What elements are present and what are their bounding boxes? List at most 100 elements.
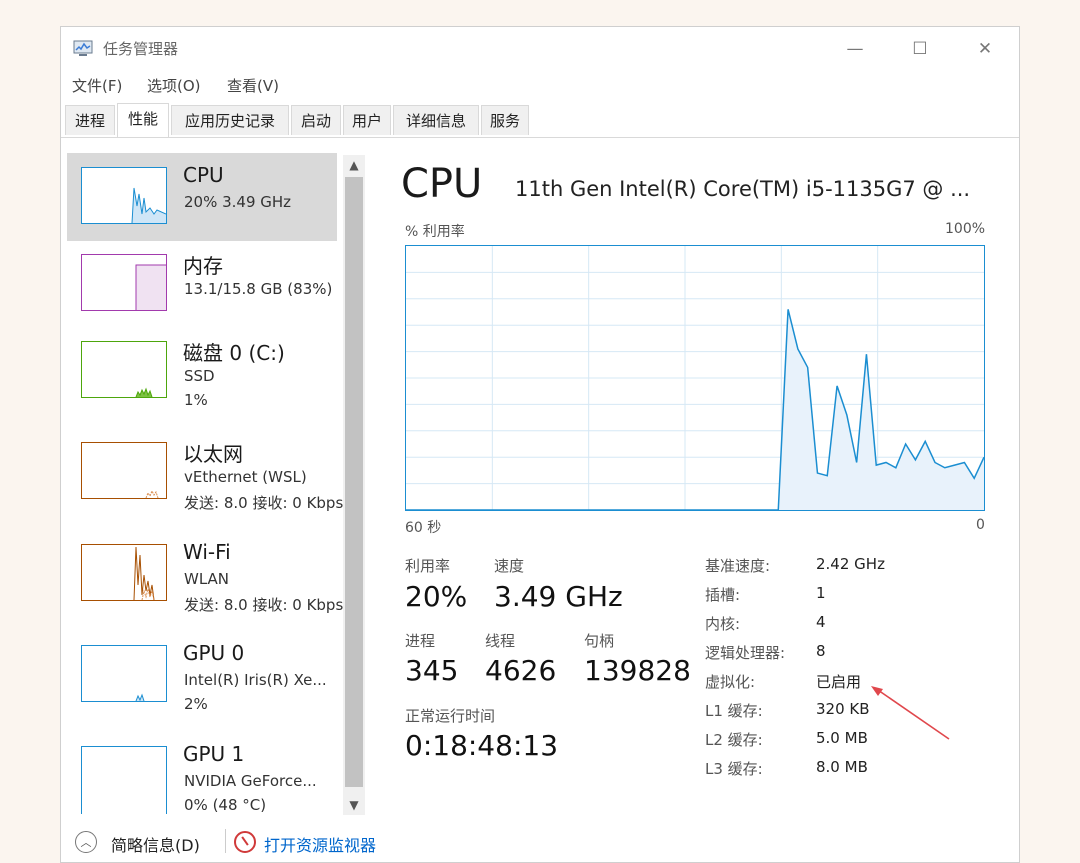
window-title: 任务管理器: [103, 40, 179, 58]
title-bar: 任务管理器 — ☐ ✕: [61, 27, 1019, 71]
menu-view[interactable]: 查看(V): [227, 75, 279, 96]
footer-bar: ︿ 简略信息(D) 打开资源监视器: [61, 819, 1019, 863]
memory-thumbnail: [81, 254, 167, 311]
close-button[interactable]: ✕: [967, 35, 1003, 63]
handles-label: 句柄: [584, 632, 615, 650]
scroll-thumb[interactable]: [345, 177, 363, 787]
sidebar-item-throughput: 发送: 8.0 接收: 0 Kbps: [184, 494, 344, 512]
cpu-utilization-graph: [405, 245, 985, 511]
gpu0-mini-graph: [135, 693, 145, 701]
spec-value-l1-cache: 320 KB: [816, 700, 870, 718]
sidebar-item-detail: WLAN: [184, 570, 230, 588]
processes-label: 进程: [405, 632, 436, 650]
sidebar-item-memory[interactable]: 内存 13.1/15.8 GB (83%): [67, 240, 337, 328]
tab-processes[interactable]: 进程: [65, 105, 115, 135]
sidebar-item-usage: 1%: [184, 391, 208, 409]
maximize-icon: ☐: [912, 39, 928, 59]
spec-label-sockets: 插槽:: [705, 586, 741, 604]
cpu-thumbnail: [81, 167, 167, 224]
spec-label-logical-processors: 逻辑处理器:: [705, 644, 786, 662]
processes-value: 345: [405, 654, 459, 687]
tab-users[interactable]: 用户: [343, 105, 391, 135]
task-manager-window: 任务管理器 — ☐ ✕ 文件(F) 选项(O) 查看(V) 进程 性能 应用历史…: [60, 26, 1020, 863]
scroll-up-chevron-icon[interactable]: ▲: [343, 155, 365, 175]
sidebar-item-detail: vEthernet (WSL): [184, 468, 307, 486]
utilization-label: 利用率: [405, 557, 451, 575]
wifi-thumbnail: [81, 544, 167, 601]
sidebar-item-detail: 20% 3.49 GHz: [184, 193, 292, 211]
sidebar-item-detail: NVIDIA GeForce...: [184, 772, 317, 790]
speed-value: 3.49 GHz: [494, 580, 623, 613]
tab-performance[interactable]: 性能: [117, 103, 169, 137]
brief-info-button[interactable]: 简略信息(D): [111, 832, 200, 856]
menu-file[interactable]: 文件(F): [72, 75, 122, 96]
spec-value-l3-cache: 8.0 MB: [816, 758, 868, 776]
graph-label-max: 100%: [945, 221, 986, 237]
memory-mini-graph: [135, 264, 166, 310]
resource-monitor-icon: [234, 831, 256, 853]
ethernet-thumbnail: [81, 442, 167, 499]
sidebar-item-cpu[interactable]: CPU 20% 3.49 GHz: [67, 153, 337, 241]
disk-mini-graph: [135, 387, 153, 397]
annotation-arrow: [871, 686, 950, 740]
spec-value-cores: 4: [816, 613, 826, 631]
threads-label: 线程: [485, 632, 516, 650]
spec-label-l3-cache: L3 缓存:: [705, 760, 763, 778]
graph-axis-end: 0: [976, 517, 985, 533]
spec-label-base-speed: 基准速度:: [705, 557, 771, 575]
handles-value: 139828: [584, 654, 691, 687]
ethernet-mini-graph: [145, 489, 159, 498]
tab-services[interactable]: 服务: [481, 105, 529, 135]
spec-label-l1-cache: L1 缓存:: [705, 702, 763, 720]
spec-value-base-speed: 2.42 GHz: [816, 555, 885, 573]
graph-axis-start: 60 秒: [405, 520, 442, 536]
sidebar-item-label: 以太网: [183, 442, 243, 466]
disk-thumbnail: [81, 341, 167, 398]
uptime-value: 0:18:48:13: [405, 729, 559, 762]
collapse-chevron-icon[interactable]: ︿: [75, 831, 97, 853]
task-manager-icon: [73, 40, 93, 56]
menu-bar: 文件(F) 选项(O) 查看(V): [61, 71, 1019, 99]
sidebar-item-label: 内存: [183, 254, 223, 278]
tab-app-history[interactable]: 应用历史记录: [171, 105, 289, 135]
spec-label-cores: 内核:: [705, 615, 741, 633]
spec-label-virtualization: 虚拟化:: [705, 673, 756, 691]
sidebar-item-detail: 13.1/15.8 GB (83%): [184, 280, 333, 298]
cpu-usage-area: [778, 309, 984, 510]
sidebar-scrollbar[interactable]: ▲ ▼: [343, 155, 365, 815]
sidebar-item-label: GPU 0: [183, 641, 245, 665]
sidebar-item-usage: 2%: [184, 695, 208, 713]
sidebar-item-wifi[interactable]: Wi-Fi WLAN 发送: 8.0 接收: 0 Kbps: [67, 530, 343, 618]
maximize-button[interactable]: ☐: [902, 35, 938, 63]
menu-options[interactable]: 选项(O): [147, 75, 201, 96]
sidebar-item-gpu1[interactable]: GPU 1 NVIDIA GeForce... 0% (48 °C): [67, 732, 337, 814]
minimize-icon: —: [846, 39, 864, 59]
close-icon: ✕: [977, 39, 993, 59]
tab-bar: 进程 性能 应用历史记录 启动 用户 详细信息 服务: [61, 103, 1019, 138]
spec-value-l2-cache: 5.0 MB: [816, 729, 868, 747]
scroll-down-chevron-icon[interactable]: ▼: [343, 795, 365, 815]
cpu-model-name: 11th Gen Intel(R) Core(TM) i5-1135G7 @ .…: [515, 177, 971, 201]
sidebar-item-label: Wi-Fi: [183, 540, 231, 564]
sidebar-item-label: CPU: [183, 163, 224, 187]
uptime-label: 正常运行时间: [405, 707, 496, 725]
spec-label-l2-cache: L2 缓存:: [705, 731, 763, 749]
tab-details[interactable]: 详细信息: [393, 105, 479, 135]
tab-startup[interactable]: 启动: [291, 105, 341, 135]
resource-sidebar: CPU 20% 3.49 GHz 内存 13.1/15.8 GB (83%) 磁…: [61, 138, 367, 814]
page-title: CPU: [401, 161, 483, 207]
sidebar-item-detail: Intel(R) Iris(R) Xe...: [184, 671, 327, 689]
threads-value: 4626: [485, 654, 557, 687]
open-resource-monitor-link[interactable]: 打开资源监视器: [264, 832, 376, 856]
wifi-mini-graph: [133, 546, 155, 600]
minimize-button[interactable]: —: [837, 35, 873, 63]
sidebar-item-label: 磁盘 0 (C:): [183, 341, 285, 365]
gpu0-thumbnail: [81, 645, 167, 702]
gpu1-thumbnail: [81, 746, 167, 814]
footer-divider: [225, 829, 226, 853]
sidebar-item-label: GPU 1: [183, 742, 245, 766]
sidebar-item-disk[interactable]: 磁盘 0 (C:) SSD 1%: [67, 327, 337, 415]
sidebar-item-gpu0[interactable]: GPU 0 Intel(R) Iris(R) Xe... 2%: [67, 631, 337, 719]
sidebar-item-detail: SSD: [184, 367, 215, 385]
sidebar-item-ethernet[interactable]: 以太网 vEthernet (WSL) 发送: 8.0 接收: 0 Kbps: [67, 428, 343, 516]
